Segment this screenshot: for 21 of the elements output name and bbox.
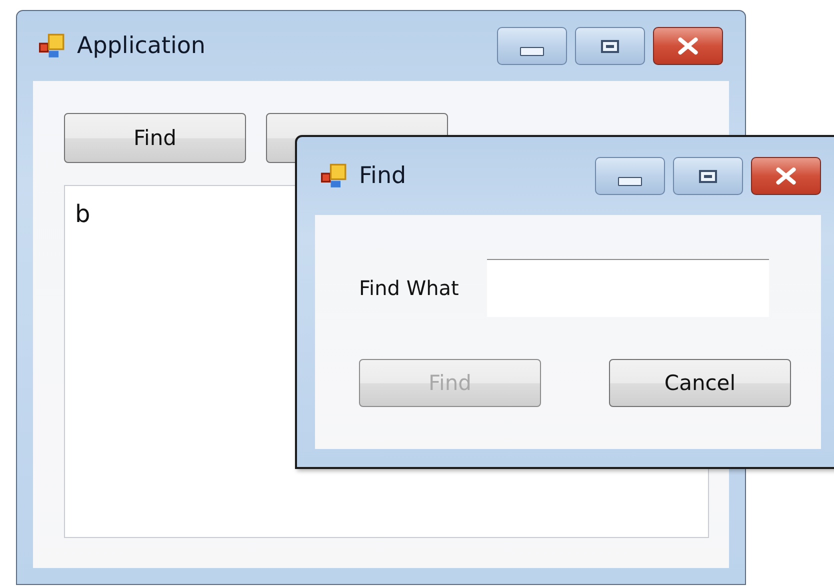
minimize-button[interactable]	[595, 157, 665, 195]
close-button[interactable]	[653, 27, 723, 65]
maximize-button[interactable]	[575, 27, 645, 65]
field-label: Find What	[359, 276, 459, 300]
find-what-field[interactable]	[486, 259, 769, 317]
minimize-icon	[618, 176, 642, 186]
maximize-button[interactable]	[673, 157, 743, 195]
text-content: b	[75, 200, 90, 228]
minimize-button[interactable]	[497, 27, 567, 65]
close-button[interactable]	[751, 157, 821, 195]
window-title: Application	[77, 33, 206, 59]
cancel-button[interactable]: Cancel	[609, 359, 791, 407]
window-title: Find	[359, 163, 406, 189]
minimize-icon	[520, 46, 544, 56]
maximize-icon	[699, 170, 717, 182]
maximize-icon	[601, 40, 619, 52]
close-icon	[675, 37, 701, 55]
app-icon	[321, 163, 347, 189]
find-button[interactable]: Find	[64, 113, 246, 163]
close-icon	[773, 167, 799, 185]
app-icon	[39, 33, 65, 59]
